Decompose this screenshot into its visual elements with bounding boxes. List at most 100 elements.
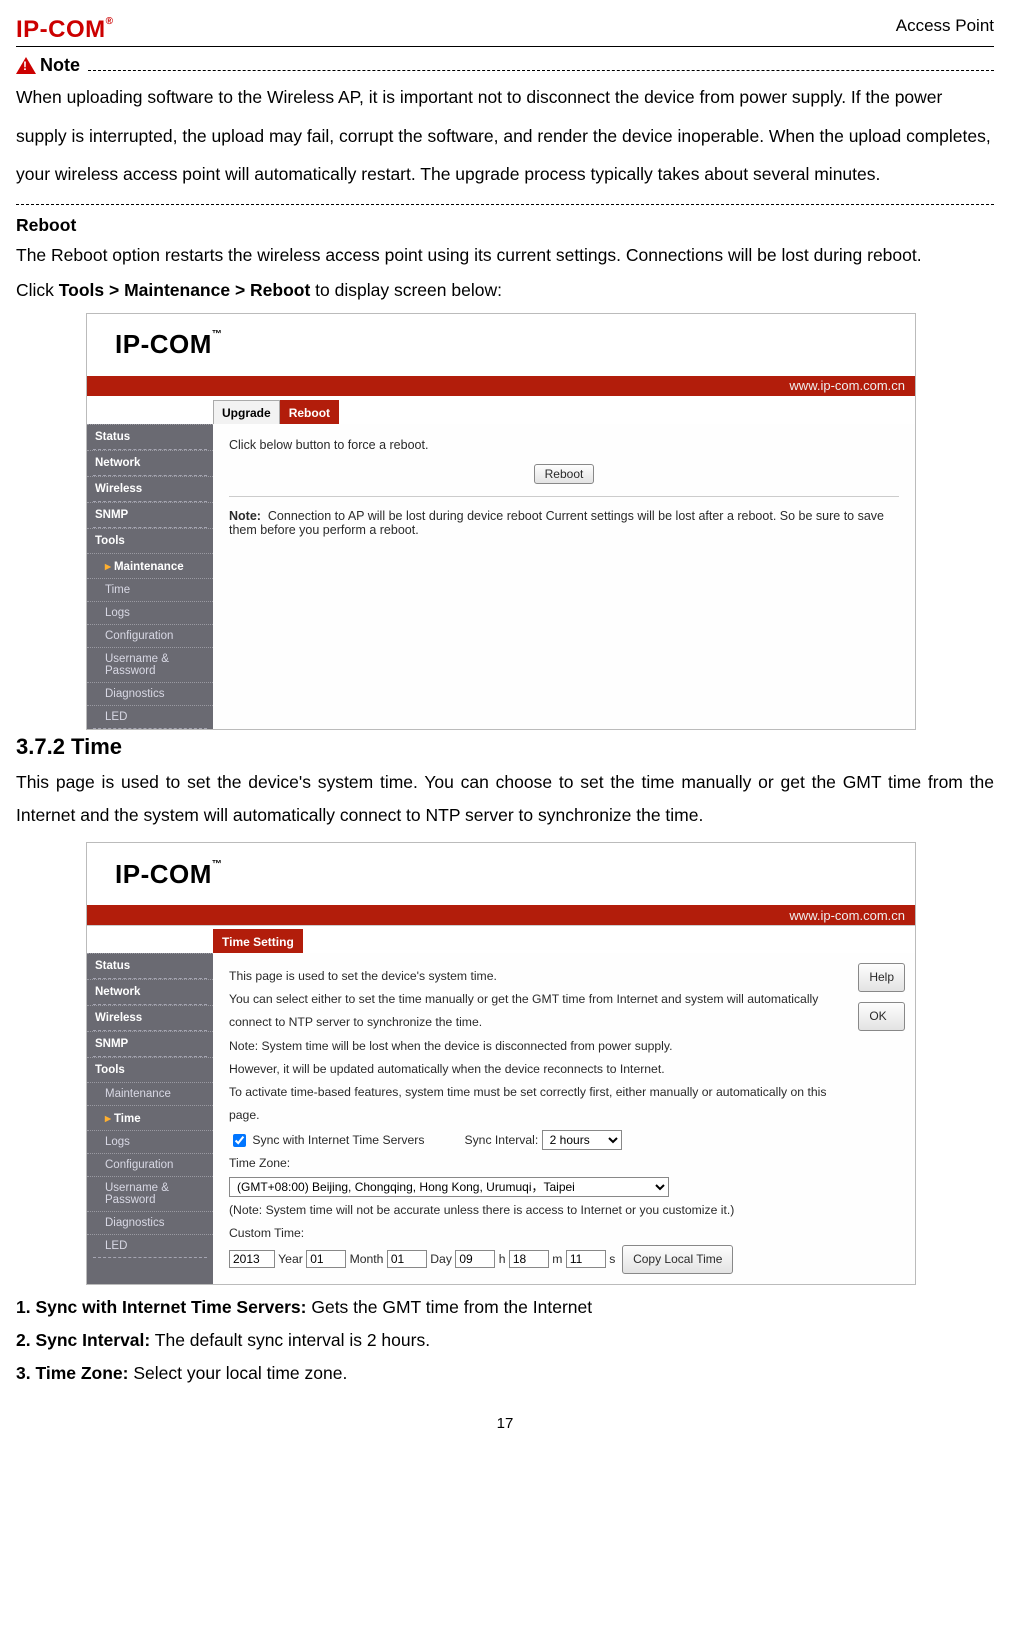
shot2-p4: However, it will be updated automaticall…: [229, 1058, 829, 1081]
sidebar-item-userpass[interactable]: Username & Password: [87, 647, 213, 682]
sidebar-item-logs[interactable]: Logs: [87, 601, 213, 624]
timezone-note: (Note: System time will not be accurate …: [229, 1199, 899, 1222]
brand-logo: IP‑COM®: [16, 16, 114, 44]
sidebar-item-diagnostics[interactable]: Diagnostics: [87, 682, 213, 705]
hour-input[interactable]: [455, 1250, 495, 1268]
sidebar2-item-maintenance[interactable]: Maintenance: [87, 1082, 213, 1105]
sidebar2-item-wireless[interactable]: Wireless: [87, 1005, 213, 1030]
custom-time-label: Custom Time:: [229, 1222, 899, 1245]
access-point-label: Access Point: [896, 16, 994, 36]
custom-time-row: Year Month Day h m s Copy Local Time: [229, 1245, 899, 1274]
year-l: Year: [278, 1252, 303, 1266]
reboot-click-path: Click Tools > Maintenance > Reboot to di…: [16, 275, 994, 307]
sidebar-item-network[interactable]: Network: [87, 450, 213, 475]
minute-input[interactable]: [509, 1250, 549, 1268]
brand-reg: ®: [106, 16, 114, 27]
reboot-screenshot: IP‑COM™ www.ip-com.com.cn Upgrade Reboot…: [86, 313, 916, 730]
copy-local-time-button[interactable]: Copy Local Time: [622, 1245, 733, 1274]
shot2-p5: To activate time-based features, system …: [229, 1081, 829, 1127]
time-screenshot: IP‑COM™ www.ip-com.com.cn Time Setting S…: [86, 842, 916, 1285]
help-button[interactable]: Help: [858, 963, 905, 992]
shot2-p2: You can select either to set the time ma…: [229, 988, 829, 1034]
shot1-note-text: Connection to AP will be lost during dev…: [229, 509, 884, 537]
minute-l: m: [552, 1252, 562, 1266]
sidebar2-item-userpass[interactable]: Username & Password: [87, 1176, 213, 1211]
shot2-p1: This page is used to set the device's sy…: [229, 965, 829, 988]
page-number: 17: [16, 1415, 994, 1432]
note-label: Note: [40, 55, 80, 76]
shot1-sidebar: Status Network Wireless SNMP Tools Maint…: [87, 424, 213, 729]
sidebar2-item-network[interactable]: Network: [87, 979, 213, 1004]
sync-checkbox-row[interactable]: Sync with Internet Time Servers: [229, 1129, 424, 1152]
sidebar-item-wireless[interactable]: Wireless: [87, 476, 213, 501]
year-input[interactable]: [229, 1250, 275, 1268]
sidebar2-item-snmp[interactable]: SNMP: [87, 1031, 213, 1056]
sidebar2-item-time[interactable]: Time: [87, 1105, 213, 1130]
tab-reboot[interactable]: Reboot: [280, 400, 339, 424]
second-l: s: [609, 1252, 615, 1266]
divider: [16, 204, 994, 205]
reboot-heading: Reboot: [16, 215, 994, 236]
sidebar2-item-led[interactable]: LED: [87, 1234, 213, 1257]
day-l: Day: [430, 1252, 452, 1266]
time-heading: 3.7.2 Time: [16, 734, 994, 760]
shot2-main: Help OK This page is used to set the dev…: [213, 953, 915, 1284]
def1-t: Gets the GMT time from the Internet: [306, 1297, 592, 1317]
sidebar-item-status[interactable]: Status: [87, 424, 213, 449]
sidebar-item-snmp[interactable]: SNMP: [87, 502, 213, 527]
time-desc: This page is used to set the device's sy…: [16, 766, 994, 833]
shot1-note-label: Note:: [229, 509, 261, 523]
def2-b: 2. Sync Interval:: [16, 1330, 150, 1350]
sidebar-item-maintenance[interactable]: Maintenance: [87, 553, 213, 578]
sidebar2-item-logs[interactable]: Logs: [87, 1130, 213, 1153]
divider-dashes: [88, 61, 994, 71]
shot2-logo: IP‑COM™: [95, 859, 222, 890]
sync-interval-select[interactable]: 2 hours: [542, 1130, 622, 1150]
def3-t: Select your local time zone.: [128, 1363, 347, 1383]
shot1-main: Click below button to force a reboot. Re…: [213, 424, 915, 729]
sync-label: Sync with Internet Time Servers: [252, 1133, 424, 1147]
note-body: When uploading software to the Wireless …: [16, 78, 994, 194]
second-input[interactable]: [566, 1250, 606, 1268]
sidebar-item-led[interactable]: LED: [87, 705, 213, 728]
warning-icon: [16, 57, 36, 74]
sidebar2-item-tools[interactable]: Tools: [87, 1057, 213, 1082]
shot2-url-bar: www.ip-com.com.cn: [87, 905, 915, 925]
tab-time-setting[interactable]: Time Setting: [213, 929, 303, 953]
shot1-url-bar: www.ip-com.com.cn: [87, 376, 915, 396]
timezone-select[interactable]: (GMT+08:00) Beijing, Chongqing, Hong Kon…: [229, 1177, 669, 1197]
ok-button[interactable]: OK: [858, 1002, 905, 1031]
shot1-divider: [229, 496, 899, 497]
day-input[interactable]: [387, 1250, 427, 1268]
shot2-sidebar: Status Network Wireless SNMP Tools Maint…: [87, 953, 213, 1284]
shot1-note: Note: Connection to AP will be lost duri…: [229, 509, 899, 537]
shot1-logo: IP‑COM™: [95, 329, 222, 360]
click-post: to display screen below:: [310, 280, 502, 300]
sync-interval-label: Sync Interval:: [464, 1133, 538, 1147]
sync-checkbox[interactable]: [233, 1134, 246, 1147]
reboot-button[interactable]: Reboot: [534, 464, 595, 484]
def1-b: 1. Sync with Internet Time Servers:: [16, 1297, 306, 1317]
reboot-desc: The Reboot option restarts the wireless …: [16, 240, 994, 272]
timezone-label: Time Zone:: [229, 1152, 899, 1175]
hour-l: h: [499, 1252, 506, 1266]
def2-t: The default sync interval is 2 hours.: [150, 1330, 430, 1350]
month-input[interactable]: [306, 1250, 346, 1268]
brand-text: IP‑COM: [16, 16, 106, 43]
click-bold: Tools > Maintenance > Reboot: [59, 280, 311, 300]
shot2-p3: Note: System time will be lost when the …: [229, 1035, 829, 1058]
sidebar-item-tools[interactable]: Tools: [87, 528, 213, 553]
sidebar-item-configuration[interactable]: Configuration: [87, 624, 213, 647]
sidebar2-item-diagnostics[interactable]: Diagnostics: [87, 1211, 213, 1234]
def-3: 3. Time Zone: Select your local time zon…: [16, 1357, 994, 1390]
sidebar2-item-configuration[interactable]: Configuration: [87, 1153, 213, 1176]
click-pre: Click: [16, 280, 59, 300]
month-l: Month: [350, 1252, 384, 1266]
def-2: 2. Sync Interval: The default sync inter…: [16, 1324, 994, 1357]
shot1-line1: Click below button to force a reboot.: [229, 438, 899, 452]
sidebar2-item-status[interactable]: Status: [87, 953, 213, 978]
tab-upgrade[interactable]: Upgrade: [213, 400, 280, 424]
def3-b: 3. Time Zone:: [16, 1363, 128, 1383]
sidebar-item-time[interactable]: Time: [87, 578, 213, 601]
def-1: 1. Sync with Internet Time Servers: Gets…: [16, 1291, 994, 1324]
